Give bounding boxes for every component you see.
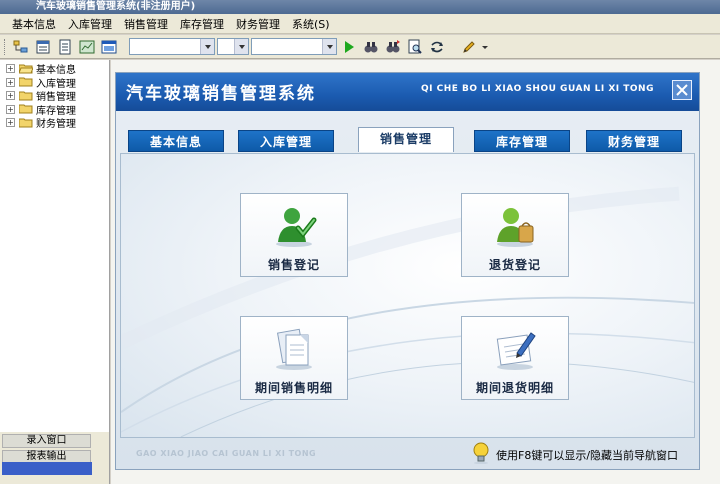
tab-sales[interactable]: 销售管理 bbox=[358, 127, 454, 152]
chevron-down-icon[interactable] bbox=[322, 39, 336, 54]
menu-inventory[interactable]: 库存管理 bbox=[174, 16, 230, 32]
edit-dropdown-button[interactable] bbox=[481, 38, 489, 56]
footer-hint: 使用F8键可以显示/隐藏当前导航窗口 bbox=[496, 449, 679, 462]
filter-combo-2[interactable] bbox=[217, 38, 249, 55]
chevron-down-icon[interactable] bbox=[200, 39, 214, 54]
tree-item-label: 财务管理 bbox=[36, 119, 76, 131]
window-icon bbox=[101, 40, 117, 53]
folder-icon bbox=[19, 91, 33, 101]
navigation-tree: + 基本信息 + 入库管理 + 销售管理 + 库存管理 + 财务管理 bbox=[0, 60, 110, 432]
chevron-down-icon bbox=[482, 45, 488, 49]
edit-document-icon bbox=[496, 332, 536, 370]
close-icon bbox=[676, 84, 688, 96]
window-title: 汽车玻璃销售管理系统(非注册用户) bbox=[36, 1, 196, 12]
window-button[interactable] bbox=[99, 38, 119, 56]
tab-inventory[interactable]: 库存管理 bbox=[474, 130, 570, 152]
expand-icon[interactable]: + bbox=[6, 91, 15, 101]
document-button[interactable] bbox=[55, 38, 75, 56]
user-check-icon bbox=[276, 208, 317, 247]
tree-item-basic-info[interactable]: + 基本信息 bbox=[0, 62, 109, 76]
menu-sales[interactable]: 销售管理 bbox=[118, 16, 174, 32]
form-view-button[interactable] bbox=[33, 38, 53, 56]
find-next-button[interactable] bbox=[383, 38, 403, 56]
filter-combo-3[interactable] bbox=[251, 38, 337, 55]
card-label: 销售登记 bbox=[267, 258, 320, 272]
tab-finance[interactable]: 财务管理 bbox=[586, 130, 682, 152]
tree-item-stock-in[interactable]: + 入库管理 bbox=[0, 76, 109, 90]
user-bag-icon bbox=[497, 208, 534, 247]
toolbar bbox=[0, 35, 720, 59]
selection-bar[interactable] bbox=[2, 462, 92, 475]
card-label: 退货登记 bbox=[488, 258, 541, 272]
sales-register-card[interactable]: 销售登记 bbox=[240, 193, 348, 277]
footer-pinyin: GAO XIAO JIAO CAI GUAN LI XI TONG bbox=[136, 449, 317, 458]
edit-button[interactable] bbox=[459, 38, 479, 56]
tab-content: 销售登记 退货登记 期间销售明细 期间退货明细 bbox=[120, 153, 695, 438]
preview-button[interactable] bbox=[405, 38, 425, 56]
folder-open-icon bbox=[19, 64, 33, 74]
menu-stock-in[interactable]: 入库管理 bbox=[62, 16, 118, 32]
magnifier-page-icon bbox=[408, 39, 422, 54]
panel-footer: GAO XIAO JIAO CAI GUAN LI XI TONG 使用F8键可… bbox=[116, 439, 699, 469]
expand-icon[interactable]: + bbox=[6, 77, 15, 87]
find-button[interactable] bbox=[361, 38, 381, 56]
close-button[interactable] bbox=[672, 80, 692, 100]
menu-finance[interactable]: 财务管理 bbox=[230, 16, 286, 32]
expand-icon[interactable]: + bbox=[6, 64, 15, 74]
return-register-card[interactable]: 退货登记 bbox=[461, 193, 569, 277]
chart-icon bbox=[79, 40, 95, 53]
lightbulb-icon bbox=[473, 442, 489, 464]
tab-bar: 基本信息 入库管理 销售管理 库存管理 财务管理 bbox=[128, 127, 688, 152]
tree-view-button[interactable] bbox=[11, 38, 31, 56]
binoculars-next-icon bbox=[386, 39, 400, 52]
refresh-icon bbox=[431, 41, 443, 52]
filter-combo-1[interactable] bbox=[129, 38, 215, 55]
run-button[interactable] bbox=[339, 38, 359, 56]
tree-item-finance[interactable]: + 财务管理 bbox=[0, 116, 109, 130]
refresh-button[interactable] bbox=[427, 38, 447, 56]
form-icon bbox=[36, 40, 50, 53]
menu-system[interactable]: 系统(S) bbox=[286, 16, 336, 32]
expand-icon[interactable]: + bbox=[6, 118, 15, 128]
folder-icon bbox=[19, 118, 33, 128]
chart-button[interactable] bbox=[77, 38, 97, 56]
toolbar-grip[interactable] bbox=[4, 38, 7, 55]
document-icon bbox=[59, 39, 71, 54]
left-bottom-panel: 录入窗口 报表输出 bbox=[0, 432, 110, 484]
documents-icon bbox=[276, 328, 312, 370]
panel-subtitle: QI CHE BO LI XIAO SHOU GUAN LI XI TONG bbox=[421, 84, 654, 94]
card-label: 期间销售明细 bbox=[254, 381, 333, 395]
panel-title: 汽车玻璃销售管理系统 bbox=[126, 84, 316, 104]
period-sales-detail-card[interactable]: 期间销售明细 bbox=[240, 316, 348, 400]
chevron-down-icon[interactable] bbox=[234, 39, 248, 54]
tree-item-sales[interactable]: + 销售管理 bbox=[0, 89, 109, 103]
pencil-icon bbox=[463, 40, 475, 53]
menu-basic-info[interactable]: 基本信息 bbox=[6, 16, 62, 32]
expand-icon[interactable]: + bbox=[6, 104, 15, 114]
tree-item-inventory[interactable]: + 库存管理 bbox=[0, 103, 109, 117]
tab-basic-info[interactable]: 基本信息 bbox=[128, 130, 224, 152]
play-icon bbox=[345, 40, 354, 53]
tree-icon bbox=[13, 40, 28, 52]
menu-bar: 基本信息 入库管理 销售管理 库存管理 财务管理 系统(S) bbox=[0, 14, 720, 34]
binoculars-icon bbox=[364, 41, 378, 52]
period-return-detail-card[interactable]: 期间退货明细 bbox=[461, 316, 569, 400]
tab-stock-in[interactable]: 入库管理 bbox=[238, 130, 334, 152]
window-title-bar: 汽车玻璃销售管理系统(非注册用户) bbox=[0, 0, 720, 14]
panel-header: 汽车玻璃销售管理系统 QI CHE BO LI XIAO SHOU GUAN L… bbox=[116, 73, 699, 111]
navigation-panel: 汽车玻璃销售管理系统 QI CHE BO LI XIAO SHOU GUAN L… bbox=[115, 72, 700, 470]
background-swoosh bbox=[121, 186, 694, 437]
card-label: 期间退货明细 bbox=[475, 381, 554, 395]
entry-window-button[interactable]: 录入窗口 bbox=[2, 434, 91, 448]
folder-icon bbox=[19, 77, 33, 87]
folder-icon bbox=[19, 104, 33, 114]
